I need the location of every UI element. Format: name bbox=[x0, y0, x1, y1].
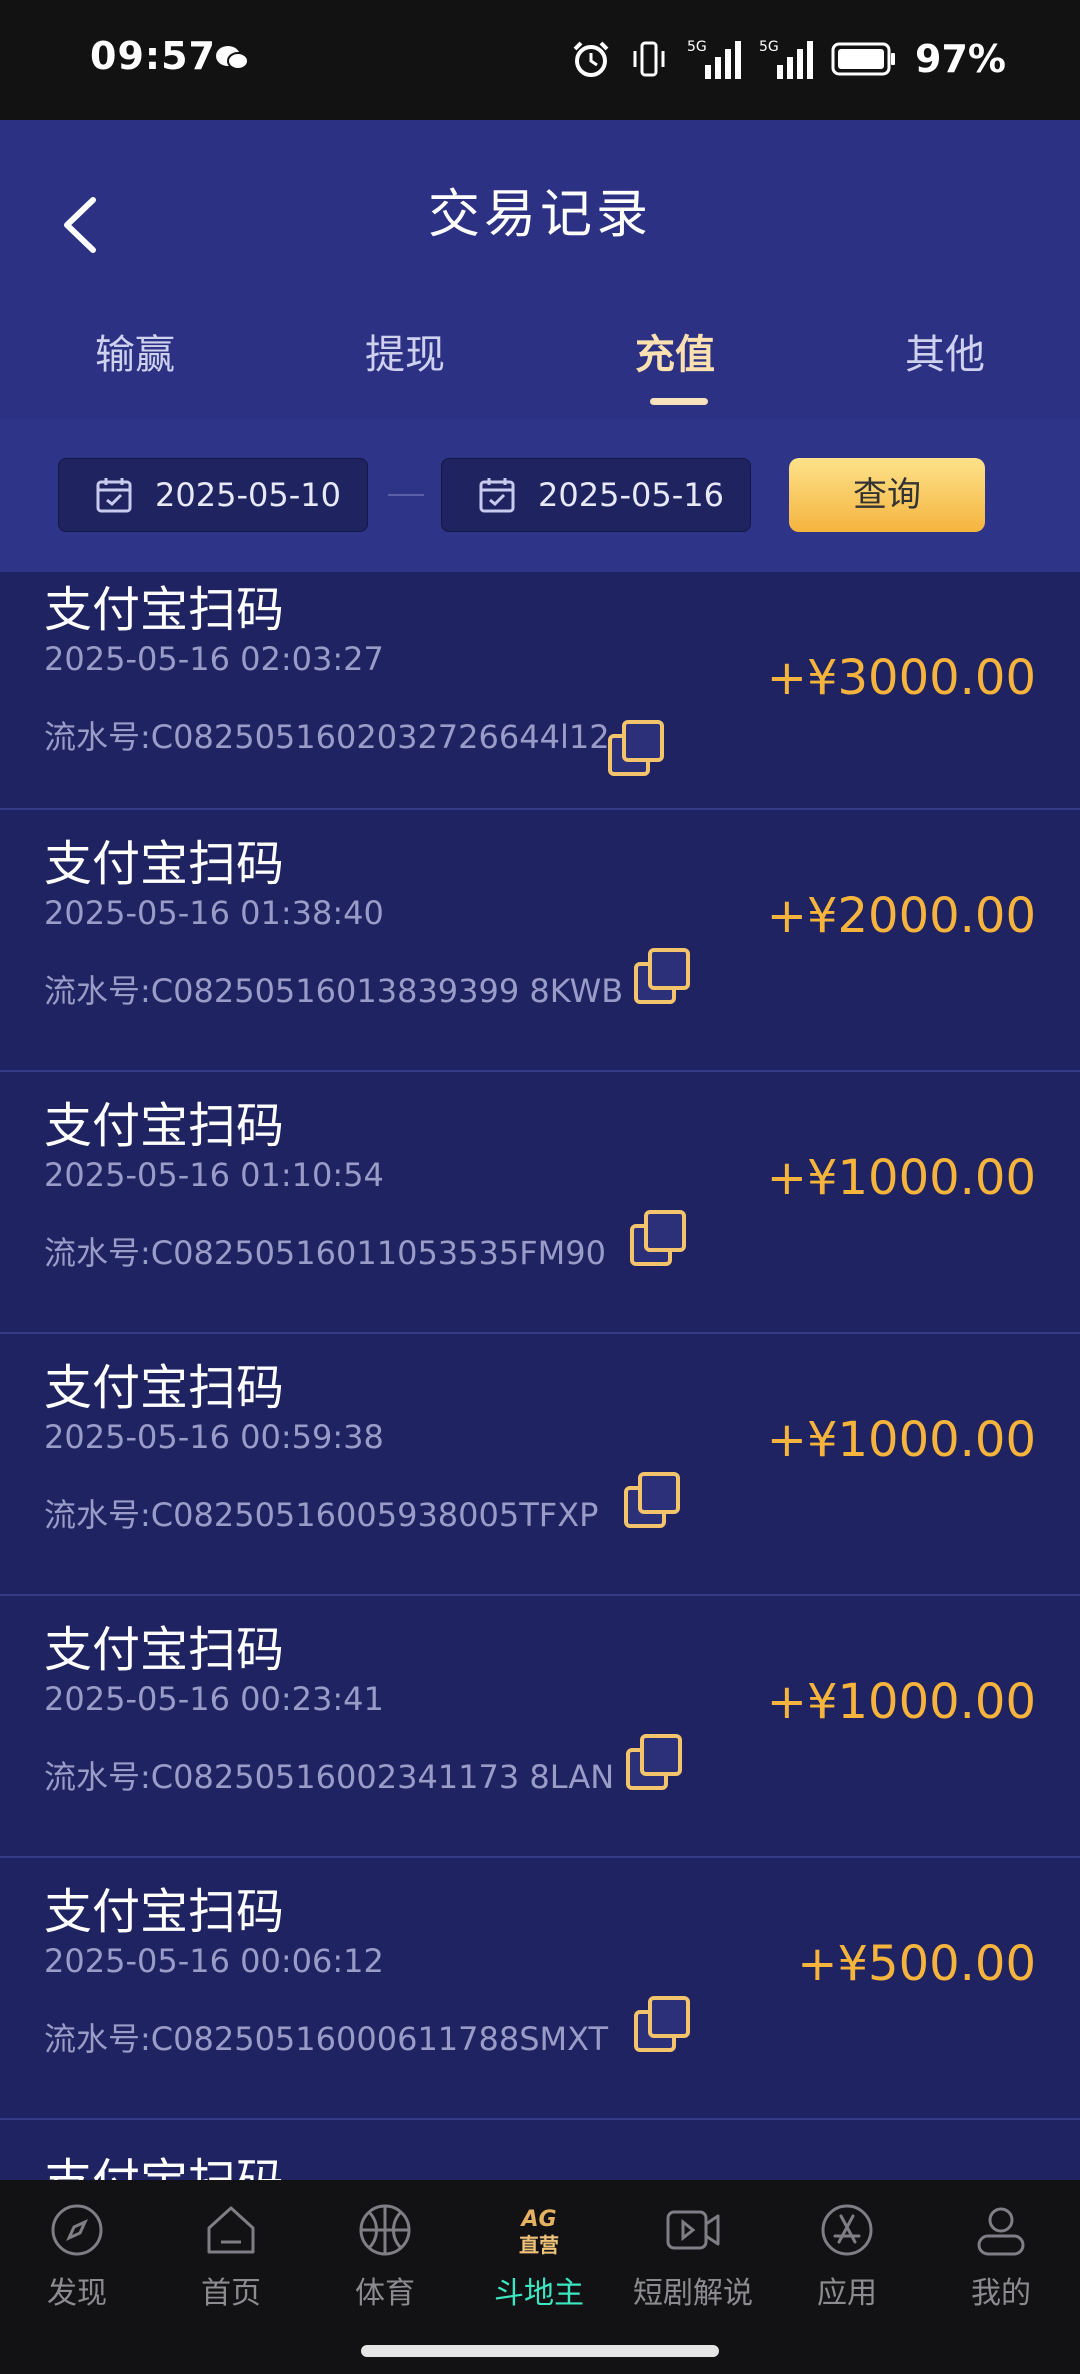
date-range-separator bbox=[388, 494, 424, 496]
record-serial: 流水号:C08250516011053535FM90 bbox=[44, 1234, 606, 1272]
nav-label: 体育 bbox=[355, 2276, 415, 2311]
copy-icon[interactable] bbox=[624, 1472, 682, 1530]
record-time: 2025-05-16 01:38:40 bbox=[44, 894, 384, 932]
copy-icon[interactable] bbox=[630, 1210, 688, 1268]
query-button[interactable]: 查询 bbox=[789, 458, 985, 532]
tab-bar: 输赢 提现 充值 其他 bbox=[0, 305, 1080, 422]
record-amount: +¥500.00 bbox=[797, 1936, 1036, 1992]
signal-5g-icon-2: 5G bbox=[759, 39, 814, 79]
record-title: 支付宝扫码 bbox=[44, 1622, 285, 1678]
list-item[interactable]: 支付宝扫码 2025-05-16 02:03:27 流水号:C082505160… bbox=[0, 572, 1080, 810]
nav-doudizhu[interactable]: AG 直营 斗地主 bbox=[462, 2202, 616, 2312]
tab-win-loss[interactable]: 输赢 bbox=[0, 305, 270, 405]
video-icon bbox=[666, 2210, 720, 2250]
home-icon bbox=[207, 2206, 255, 2254]
svg-text:AG: AG bbox=[519, 2207, 556, 2232]
record-time: 2025-05-16 00:23:41 bbox=[44, 1680, 384, 1718]
calendar-icon bbox=[96, 478, 132, 513]
transaction-list[interactable]: 支付宝扫码 2025-05-16 02:03:27 流水号:C082505160… bbox=[0, 572, 1080, 2180]
basketball-icon bbox=[359, 2204, 411, 2256]
record-serial: 流水号:C08250516005938005TFXP bbox=[44, 1496, 599, 1534]
signal-5g-icon-1: 5G bbox=[687, 39, 742, 79]
nav-label: 首页 bbox=[201, 2276, 261, 2311]
list-item[interactable]: 支付宝扫码 2025-05-16 00:06:12 流水号:C082505160… bbox=[0, 1856, 1080, 2120]
list-item[interactable]: 支付宝扫码 2025-05-16 00:59:38 流水号:C082505160… bbox=[0, 1332, 1080, 1596]
record-title: 支付宝扫码 bbox=[44, 1098, 285, 1154]
user-icon bbox=[977, 2207, 1025, 2256]
list-item[interactable]: 支付宝扫码 2025-05-16 01:38:40 流水号:C082505160… bbox=[0, 808, 1080, 1072]
wechat-icon bbox=[216, 46, 249, 70]
record-title: 支付宝扫码 bbox=[44, 836, 285, 892]
record-amount: +¥1000.00 bbox=[766, 1150, 1036, 1206]
nav-label: 应用 bbox=[817, 2276, 877, 2311]
tab-active-indicator bbox=[650, 398, 708, 405]
compass-icon bbox=[51, 2204, 103, 2256]
app-store-icon bbox=[821, 2204, 873, 2256]
nav-label: 短剧解说 bbox=[633, 2276, 753, 2311]
record-amount: +¥1000.00 bbox=[766, 1412, 1036, 1468]
record-title: 支付宝扫码 bbox=[44, 1884, 285, 1940]
page-title: 交易记录 bbox=[427, 185, 652, 245]
tab-deposit[interactable]: 充值 bbox=[540, 305, 810, 405]
svg-text:5G: 5G bbox=[687, 39, 707, 55]
list-item[interactable]: 支付宝扫码 2025-05-16 00:23:41 流水号:C082505160… bbox=[0, 1594, 1080, 1858]
record-time: 2025-05-16 02:03:27 bbox=[44, 640, 384, 678]
record-serial: 流水号:C0825051602032726644l12 bbox=[44, 718, 610, 756]
record-amount: +¥1000.00 bbox=[766, 1674, 1036, 1730]
start-date-picker[interactable]: 2025-05-10 bbox=[58, 458, 368, 532]
tab-other[interactable]: 其他 bbox=[810, 305, 1080, 405]
tab-withdraw[interactable]: 提现 bbox=[270, 305, 540, 405]
page-header: 交易记录 输赢 提现 充值 其他 bbox=[0, 120, 1080, 422]
nav-sports[interactable]: 体育 bbox=[308, 2202, 462, 2312]
copy-icon[interactable] bbox=[626, 1734, 684, 1792]
nav-mine[interactable]: 我的 bbox=[924, 2202, 1078, 2312]
home-indicator[interactable] bbox=[361, 2345, 719, 2357]
copy-icon[interactable] bbox=[634, 948, 692, 1006]
status-time: 09:57 bbox=[90, 34, 216, 78]
calendar-icon bbox=[479, 478, 515, 513]
record-title: 支付宝扫码 bbox=[44, 582, 285, 638]
alarm-icon bbox=[573, 41, 609, 77]
nav-apps[interactable]: 应用 bbox=[770, 2202, 924, 2312]
record-time: 2025-05-16 00:06:12 bbox=[44, 1942, 384, 1980]
record-serial: 流水号:C08250516013839399 8KWB bbox=[44, 972, 624, 1010]
record-title: 支付宝扫码 bbox=[44, 1360, 285, 1416]
record-title: 支付宝扫码 bbox=[44, 2142, 284, 2180]
record-amount: +¥3000.00 bbox=[766, 650, 1036, 706]
date-filter: 2025-05-10 2025-05-16 查询 bbox=[0, 418, 1080, 572]
copy-icon[interactable] bbox=[634, 1996, 692, 2054]
list-item[interactable]: 支付宝扫码 2025-05-16 01:10:54 流水号:C082505160… bbox=[0, 1070, 1080, 1334]
record-time: 2025-05-16 00:59:38 bbox=[44, 1418, 384, 1456]
status-bar: 09:57 5G 5G 97% bbox=[0, 0, 1080, 120]
record-serial: 流水号:C08250516002341173 8LAN bbox=[44, 1758, 615, 1796]
record-amount: +¥2000.00 bbox=[766, 888, 1036, 944]
nav-label: 我的 bbox=[971, 2276, 1031, 2311]
start-date-text: 2025-05-10 bbox=[155, 476, 341, 514]
nav-home[interactable]: 首页 bbox=[154, 2202, 308, 2312]
battery-percent: 97% bbox=[915, 37, 1006, 81]
nav-short-drama[interactable]: 短剧解说 bbox=[616, 2202, 770, 2312]
end-date-picker[interactable]: 2025-05-16 bbox=[441, 458, 751, 532]
vibrate-icon bbox=[633, 41, 665, 77]
ag-direct-icon: AG 直营 bbox=[519, 2207, 559, 2257]
nav-label: 斗地主 bbox=[494, 2276, 584, 2311]
battery-icon bbox=[831, 42, 896, 76]
record-serial: 流水号:C08250516000611788SMXT bbox=[44, 2020, 609, 2058]
copy-icon[interactable] bbox=[608, 720, 666, 778]
end-date-text: 2025-05-16 bbox=[538, 476, 724, 514]
nav-label: 发现 bbox=[47, 2276, 107, 2311]
svg-text:5G: 5G bbox=[759, 39, 779, 55]
svg-text:直营: 直营 bbox=[519, 2233, 559, 2257]
record-time: 2025-05-16 01:10:54 bbox=[44, 1156, 384, 1194]
list-item[interactable]: 支付宝扫码 bbox=[0, 2118, 1080, 2180]
nav-discover[interactable]: 发现 bbox=[0, 2202, 154, 2312]
